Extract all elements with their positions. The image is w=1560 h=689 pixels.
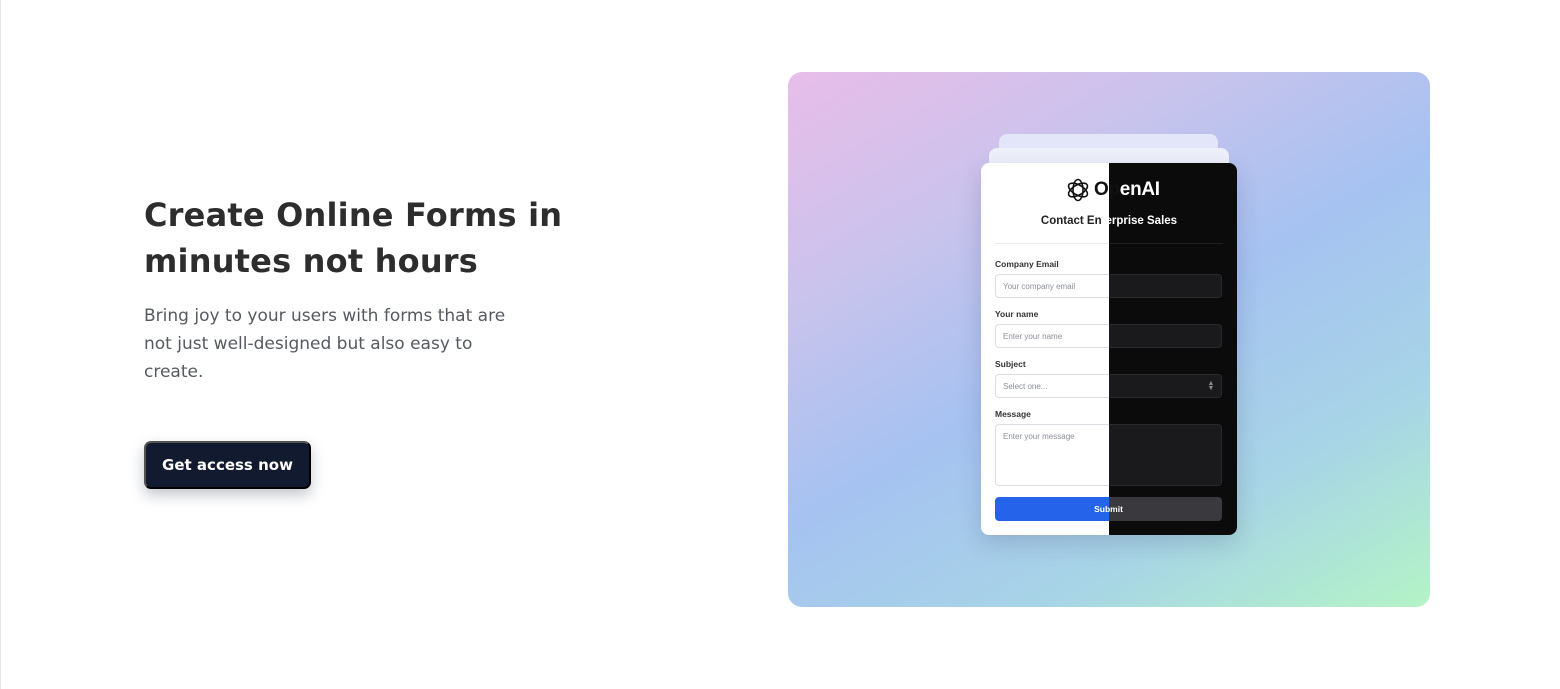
form-title-dark: terprise Sales	[1101, 215, 1178, 227]
brand-logo: OpenAI	[1065, 176, 1160, 204]
brand-name: OpenAI	[1094, 179, 1160, 201]
hero-subtitle: Bring joy to your users with forms that …	[144, 306, 506, 382]
company-email-label: Company Email	[995, 259, 1059, 269]
submit-button[interactable]: Submit	[995, 497, 1222, 521]
subject-select-dark[interactable]: ▲ ▼	[1109, 374, 1222, 398]
company-email-field-dark[interactable]	[1109, 274, 1222, 298]
message-textarea-dark[interactable]	[1109, 424, 1222, 486]
divider-dark	[1109, 243, 1223, 244]
message-textarea[interactable]: Enter your message	[995, 424, 1109, 486]
company-email-field[interactable]: Your company email	[995, 274, 1109, 298]
message-label: Message	[995, 409, 1031, 419]
subject-label: Subject	[995, 359, 1026, 369]
hero-title: Create Online Forms in minutes not hours	[144, 196, 563, 280]
subject-select[interactable]: Select one...	[995, 374, 1109, 398]
hero-text: Create Online Forms in minutes not hours…	[144, 192, 564, 386]
get-access-button[interactable]: Get access now	[144, 441, 311, 489]
form-title: Contact Enterprise Sales	[981, 215, 1237, 227]
chevron-up-down-icon: ▲ ▼	[1207, 380, 1215, 392]
form-title-light: Contact En	[1040, 215, 1102, 227]
form-preview-card: OpenAI Contact Enterprise Sales Company …	[981, 163, 1237, 535]
brand-name-light: Op	[1094, 179, 1120, 200]
submit-label: Submit	[1094, 504, 1123, 514]
your-name-field[interactable]: Enter your name	[995, 324, 1109, 348]
divider	[995, 243, 1109, 244]
your-name-field-dark[interactable]	[1109, 324, 1222, 348]
brand-name-dark: enAI	[1119, 179, 1160, 200]
form-preview-showcase: OpenAI Contact Enterprise Sales Company …	[788, 72, 1430, 607]
openai-logo-icon	[1067, 178, 1089, 202]
your-name-label: Your name	[995, 309, 1039, 319]
